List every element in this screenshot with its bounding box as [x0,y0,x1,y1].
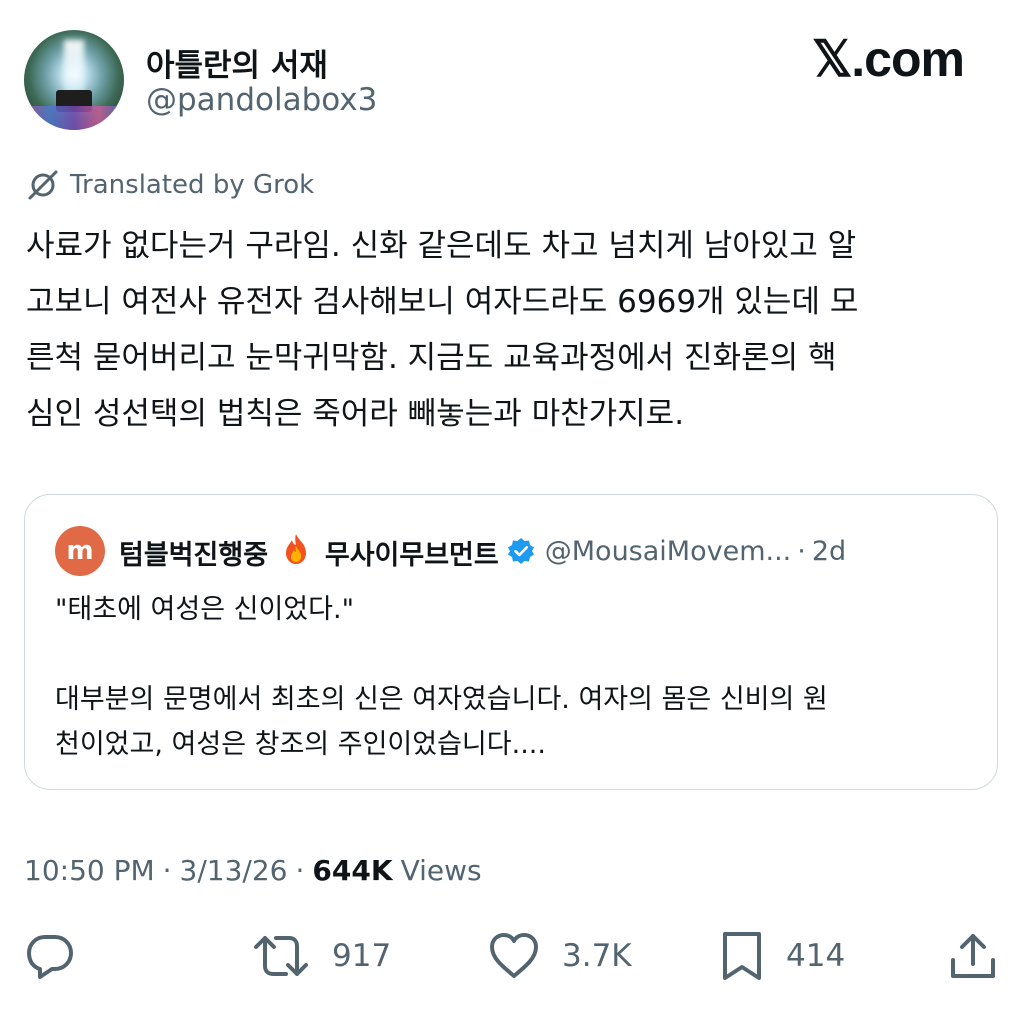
grok-icon [26,168,60,202]
retweet-button[interactable]: 917 [252,930,391,982]
quote-text: "태초에 여성은 신이었다." 대부분의 문명에서 최초의 신은 여자였습니다.… [55,594,828,760]
reply-icon [27,935,73,979]
views-label: Views [400,853,482,887]
bookmark-count: 414 [786,938,846,974]
meta-separator-1: · [162,853,172,887]
verified-badge-icon [507,538,534,564]
translated-by-grok[interactable]: Translated by Grok [26,168,314,202]
tweet-text: 사료가 없다는거 구라임. 신화 같은데도 차고 넘치게 남아있고 알 고보니 … [26,228,859,432]
bookmark-icon [723,932,761,980]
quote-time[interactable]: 2d [812,536,846,567]
like-button[interactable]: 3.7K [488,930,632,982]
meta-separator-2: · [295,853,305,887]
reply-button[interactable] [24,930,76,982]
quote-name-part2: 무사이무브먼트 [324,540,499,571]
quote-avatar[interactable]: m [55,526,105,576]
views-count[interactable]: 644K [312,854,392,887]
retweet-count: 917 [332,938,392,974]
action-bar: 917 3.7K 414 [0,924,1024,988]
quote-display-name[interactable]: 텀블벅진행중 무사이무브먼트 [119,530,499,572]
tweet-meta: 10:50 PM · 3/13/26 · 644K Views [24,848,482,892]
avatar-flowers [24,106,124,130]
fire-emoji-icon [286,534,307,564]
quoted-tweet[interactable]: m 텀블벅진행중 무사이무브먼트 @MousaiMovem... · 2d "태… [24,494,998,790]
quote-handle[interactable]: @MousaiMovem... [545,536,792,567]
heart-icon [490,933,538,978]
quote-name-part1: 텀블벅진행중 [119,540,269,571]
bookmark-button[interactable]: 414 [720,930,845,982]
tweet-date[interactable]: 3/13/26 [180,854,288,887]
quote-separator: · [797,535,806,567]
author-handle[interactable]: @pandolabox3 [146,82,377,118]
author-avatar[interactable] [24,30,124,130]
share-icon [951,934,995,978]
tweet-time[interactable]: 10:50 PM [24,854,155,887]
author-display-name[interactable]: 아틀란의 서재 [146,40,328,85]
quote-header: m 텀블벅진행중 무사이무브먼트 @MousaiMovem... · 2d [55,525,973,577]
translated-label: Translated by Grok [70,170,315,200]
retweet-icon [254,936,308,976]
x-brand-logo: 𝕏.com [812,31,965,87]
like-count: 3.7K [562,938,632,974]
share-button[interactable] [948,930,998,982]
